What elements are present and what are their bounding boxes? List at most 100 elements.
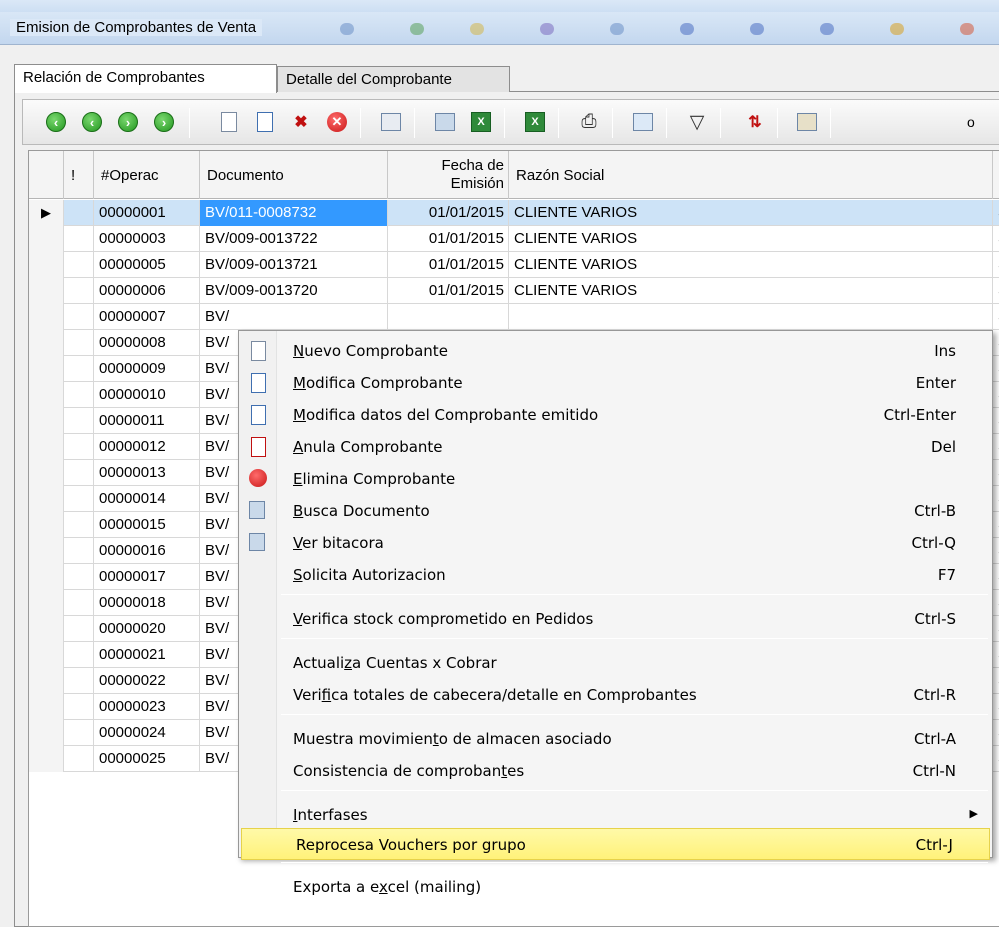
row-indicator [29, 564, 64, 590]
menu-label-text: ica totales de cabecera/detalle en Compr… [331, 686, 697, 704]
menu-label-text: Veri [293, 686, 322, 704]
delete-button[interactable]: ✕ [323, 108, 351, 136]
context-menu-item[interactable]: Anula Comprobante Del [239, 431, 992, 463]
row-indicator: ▶ [29, 200, 64, 226]
menu-label-text: Reprocesa Vouchers por grupo [296, 836, 526, 854]
extra-cell: S [993, 486, 999, 512]
context-menu-item[interactable]: Actualiza Cuentas x Cobrar [239, 647, 992, 679]
column-header-razon-social[interactable]: Razón Social [509, 151, 993, 199]
menu-label-text: limina Comprobante [302, 470, 456, 488]
column-header-fecha[interactable]: Fecha de Emisión [388, 151, 509, 199]
menu-label-text: Consistencia de comproban [293, 762, 502, 780]
extra-cell: S [993, 642, 999, 668]
documento-cell: BV/011-0008732 [200, 200, 388, 226]
context-menu-shortcut: F7 [937, 566, 956, 584]
context-menu-item[interactable]: Interfases ▶ [239, 799, 992, 831]
operac-cell: 00000022 [94, 668, 200, 694]
context-menu-shortcut: Ctrl-A [913, 730, 956, 748]
extra-cell: S [993, 668, 999, 694]
menu-label-accelerator: S [293, 566, 303, 584]
context-menu-item[interactable]: Elimina Comprobante [239, 463, 992, 495]
preview-button[interactable] [793, 108, 821, 136]
table-row[interactable]: 00000003 BV/009-0013722 01/01/2015 CLIENTE … [29, 226, 999, 252]
razon-social-cell: CLIENTE VARIOS [509, 226, 993, 252]
context-menu-item[interactable]: Reprocesa Vouchers por grupo Ctrl-J [241, 828, 990, 860]
flag-cell [64, 538, 94, 564]
extra-cell: S [993, 252, 999, 278]
extra-cell: S [993, 434, 999, 460]
context-menu-item-label: Anula Comprobante [293, 438, 443, 456]
context-menu-separator [281, 638, 988, 639]
first-record-button[interactable]: ‹ [42, 108, 70, 136]
column-header-extra[interactable]: I [993, 151, 999, 199]
extra-cell: S [993, 590, 999, 616]
context-menu-item[interactable]: Muestra movimiento de almacen asociado Ct… [239, 723, 992, 755]
void-document-button[interactable]: ✖ [287, 108, 315, 136]
operac-cell: 00000017 [94, 564, 200, 590]
excel-report-button[interactable]: X [521, 108, 549, 136]
operac-cell: 00000024 [94, 720, 200, 746]
operac-cell: 00000009 [94, 356, 200, 382]
flag-cell [64, 382, 94, 408]
flag-cell [64, 356, 94, 382]
context-menu-item[interactable]: Exporta a excel (mailing) [239, 871, 992, 903]
context-menu-item[interactable]: Nuevo Comprobante Ins [239, 335, 992, 367]
tab-detalle-comprobante[interactable]: Detalle del Comprobante [277, 66, 510, 92]
row-indicator [29, 642, 64, 668]
column-header-flag[interactable]: ! [64, 151, 94, 199]
row-indicator [29, 434, 64, 460]
search-document-button[interactable] [431, 108, 459, 136]
operac-cell: 00000003 [94, 226, 200, 252]
column-header-fecha-line2: Emisión [450, 175, 504, 192]
new-document-button[interactable] [215, 108, 243, 136]
column-header-documento[interactable]: Documento [200, 151, 388, 199]
title-bar: Emision de Comprobantes de Venta [0, 12, 999, 45]
context-menu-item[interactable]: Busca Documento Ctrl-B [239, 495, 992, 527]
flag-cell [64, 616, 94, 642]
next-record-button[interactable]: › [114, 108, 142, 136]
filter-button[interactable]: ▽ [683, 108, 711, 136]
refresh-icon: ⇅ [748, 114, 762, 131]
context-menu-item[interactable]: Verifica stock comprometido en Pedidos Ct… [239, 603, 992, 635]
extra-cell: S [993, 538, 999, 564]
context-menu-item[interactable]: Ver bitacora Ctrl-Q [239, 527, 992, 559]
operac-cell: 00000011 [94, 408, 200, 434]
context-menu-shortcut: Ctrl-N [912, 762, 956, 780]
filter-icon: ▽ [689, 111, 705, 133]
context-menu-item[interactable]: Modifica datos del Comprobante emitido Ct… [239, 399, 992, 431]
copy-button[interactable] [377, 108, 405, 136]
context-menu-item-label: Ver bitacora [293, 534, 384, 552]
operac-cell: 00000020 [94, 616, 200, 642]
context-menu-item[interactable]: Consistencia de comprobantes Ctrl-N [239, 755, 992, 787]
table-row[interactable]: 00000006 BV/009-0013720 01/01/2015 CLIENTE … [29, 278, 999, 304]
excel-export-button[interactable]: X [467, 108, 495, 136]
context-menu-item[interactable]: Solicita Autorizacion F7 [239, 559, 992, 591]
table-row[interactable]: ▶ 00000001 BV/011-0008732 01/01/2015 CLIENTE… [29, 200, 999, 226]
menu-label-accelerator: M [293, 374, 306, 392]
column-header-fecha-line1: Fecha de [441, 157, 504, 174]
refresh-button[interactable]: ⇅ [741, 108, 769, 136]
context-menu-item[interactable]: Modifica Comprobante Enter [239, 367, 992, 399]
last-record-button[interactable]: › [150, 108, 178, 136]
table-row[interactable]: 00000005 BV/009-0013721 01/01/2015 CLIENTE … [29, 252, 999, 278]
flag-cell [64, 564, 94, 590]
tab-relacion-comprobantes[interactable]: Relación de Comprobantes [14, 64, 277, 93]
previous-record-button[interactable]: ‹ [78, 108, 106, 136]
titlebar-decoration-icon [610, 23, 624, 35]
submenu-arrow-icon: ▶ [969, 807, 978, 820]
table-row[interactable]: 00000007BV/S [29, 304, 999, 330]
print-button[interactable]: ⎙ [575, 108, 603, 136]
previous-record-icon: ‹ [82, 112, 102, 132]
column-header-operac[interactable]: #Operac [94, 151, 200, 199]
context-menu-item[interactable]: Verifica totales de cabecera/detalle en … [239, 679, 992, 711]
row-indicator [29, 460, 64, 486]
edit-document-button[interactable] [251, 108, 279, 136]
window-title: Emision de Comprobantes de Venta [10, 19, 263, 36]
context-menu-item-label: Solicita Autorizacion [293, 566, 446, 584]
flag-cell [64, 590, 94, 616]
flag-cell [64, 512, 94, 538]
menu-label-accelerator: z [344, 654, 353, 672]
search-document-icon [435, 113, 455, 131]
window-button[interactable] [629, 108, 657, 136]
extra-cell: S [993, 356, 999, 382]
